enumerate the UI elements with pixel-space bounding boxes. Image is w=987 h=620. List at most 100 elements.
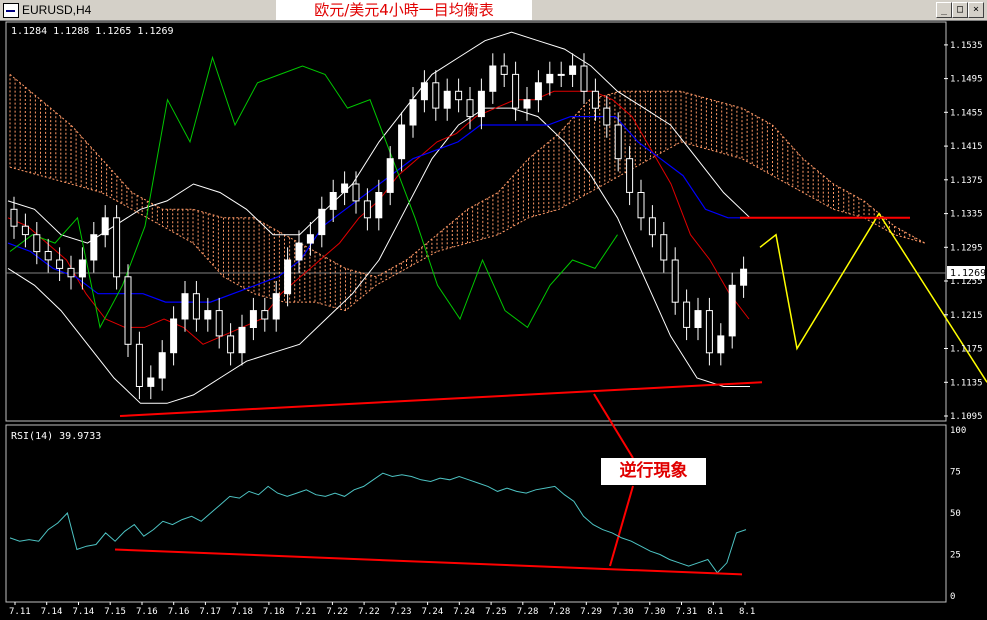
rsi-tick-label: 75 (950, 468, 961, 478)
candle-body (318, 208, 326, 236)
price-tick-label: 1.1415 (950, 142, 983, 152)
candle-body (341, 183, 349, 193)
candle-body (147, 377, 155, 387)
candle-body (352, 183, 360, 202)
time-tick-label: 7.22 (358, 607, 380, 617)
candle-body (580, 65, 588, 92)
rsi-tick-label: 25 (950, 551, 961, 561)
candle-body (124, 276, 132, 345)
candle-body (694, 310, 702, 329)
support-trendline (119, 381, 763, 417)
time-tick-label: 7.17 (199, 607, 221, 617)
candle-body (181, 293, 189, 320)
candle-body (660, 234, 668, 261)
candle-body (603, 107, 611, 126)
time-tick-label: 7.31 (676, 607, 698, 617)
candle-body (500, 65, 508, 75)
candle-body (705, 310, 713, 354)
candle-body (375, 192, 383, 219)
candle-body (170, 318, 178, 354)
candle-body (489, 65, 497, 92)
rsi-divergence-line (114, 548, 743, 576)
candle-body (717, 335, 725, 354)
divergence-callout: 逆行現象 (601, 458, 706, 485)
callout-pointer-lower (609, 485, 634, 567)
candle-body (398, 124, 406, 160)
price-tick-label: 1.1535 (950, 41, 983, 51)
candle-body (101, 217, 109, 236)
candle-body (386, 158, 394, 193)
axes: 1.1535 1.1495 1.1455 1.1415 1.1375 1.1335 1.12… (9, 41, 983, 617)
candle-body (33, 234, 41, 253)
candle-body (227, 335, 235, 354)
projection-path (759, 212, 987, 383)
candle-body (569, 65, 577, 75)
candle-body (523, 99, 531, 109)
candle-body (284, 259, 292, 295)
candle-body (671, 259, 679, 303)
time-tick-label: 7.24 (453, 607, 475, 617)
candle-body (261, 310, 269, 320)
candle-body (78, 259, 86, 278)
price-tick-label: 1.1495 (950, 75, 983, 85)
candle-body (648, 217, 656, 236)
price-tick-label: 1.1175 (950, 345, 983, 355)
candle-body (192, 293, 200, 320)
time-tick-label: 7.29 (580, 607, 602, 617)
candle-body (420, 82, 428, 101)
candle-body (409, 99, 417, 126)
current-price-label: 1.1269 (950, 268, 986, 279)
rsi-series (9, 472, 747, 576)
candle-body (10, 208, 18, 227)
candle-body (215, 310, 223, 337)
candle-body (626, 158, 634, 193)
candle-body (238, 326, 246, 354)
time-tick-label: 7.23 (390, 607, 412, 617)
candle-body (90, 234, 98, 261)
price-tick-label: 1.1135 (950, 378, 983, 388)
price-pane-frame (5, 21, 947, 422)
candle-body (432, 82, 440, 109)
price-tick-label: 1.1455 (950, 108, 983, 118)
time-tick-label: 7.25 (485, 607, 507, 617)
time-tick-label: 7.28 (517, 607, 539, 617)
time-tick-label: 7.30 (644, 607, 666, 617)
candle-body (512, 73, 520, 109)
candle-body (135, 343, 143, 387)
candle-body (44, 251, 52, 261)
candle-body (329, 192, 337, 210)
candle-body (113, 217, 121, 278)
time-tick-label: 7.11 (9, 607, 31, 617)
chart-canvas[interactable]: 1.1535 1.1495 1.1455 1.1415 1.1375 1.1335 1.12… (0, 0, 987, 620)
callout-pointer-upper (593, 393, 634, 459)
time-tick-label: 7.21 (295, 607, 317, 617)
candle-body (557, 73, 565, 76)
rsi-tick-label: 0 (950, 592, 955, 602)
time-tick-label: 7.30 (612, 607, 634, 617)
time-tick-label: 7.24 (422, 607, 444, 617)
time-tick-label: 7.22 (326, 607, 348, 617)
candle-body (67, 267, 75, 278)
price-tick-label: 1.1335 (950, 210, 983, 220)
candle-body (683, 301, 691, 328)
time-tick-label: 7.16 (168, 607, 190, 617)
rsi-tick-label: 50 (950, 509, 961, 519)
candle-body (443, 90, 451, 109)
rsi-pane-frame (5, 424, 947, 603)
time-tick-label: 7.28 (549, 607, 571, 617)
candle-body (728, 284, 736, 337)
trend-annotations (119, 212, 987, 567)
candle-body (158, 352, 166, 379)
candlesticks (10, 53, 748, 400)
rsi-line (9, 472, 747, 574)
candle-body (466, 99, 474, 118)
candle-body (204, 310, 212, 320)
price-tick-label: 1.1375 (950, 176, 983, 186)
candle-body (637, 192, 645, 219)
candle-body (455, 90, 463, 101)
time-tick-label: 7.18 (231, 607, 253, 617)
candle-body (272, 293, 280, 320)
time-tick-label: 8.1 (707, 607, 723, 617)
candle-body (363, 200, 371, 219)
price-tick-label: 1.1295 (950, 243, 983, 253)
